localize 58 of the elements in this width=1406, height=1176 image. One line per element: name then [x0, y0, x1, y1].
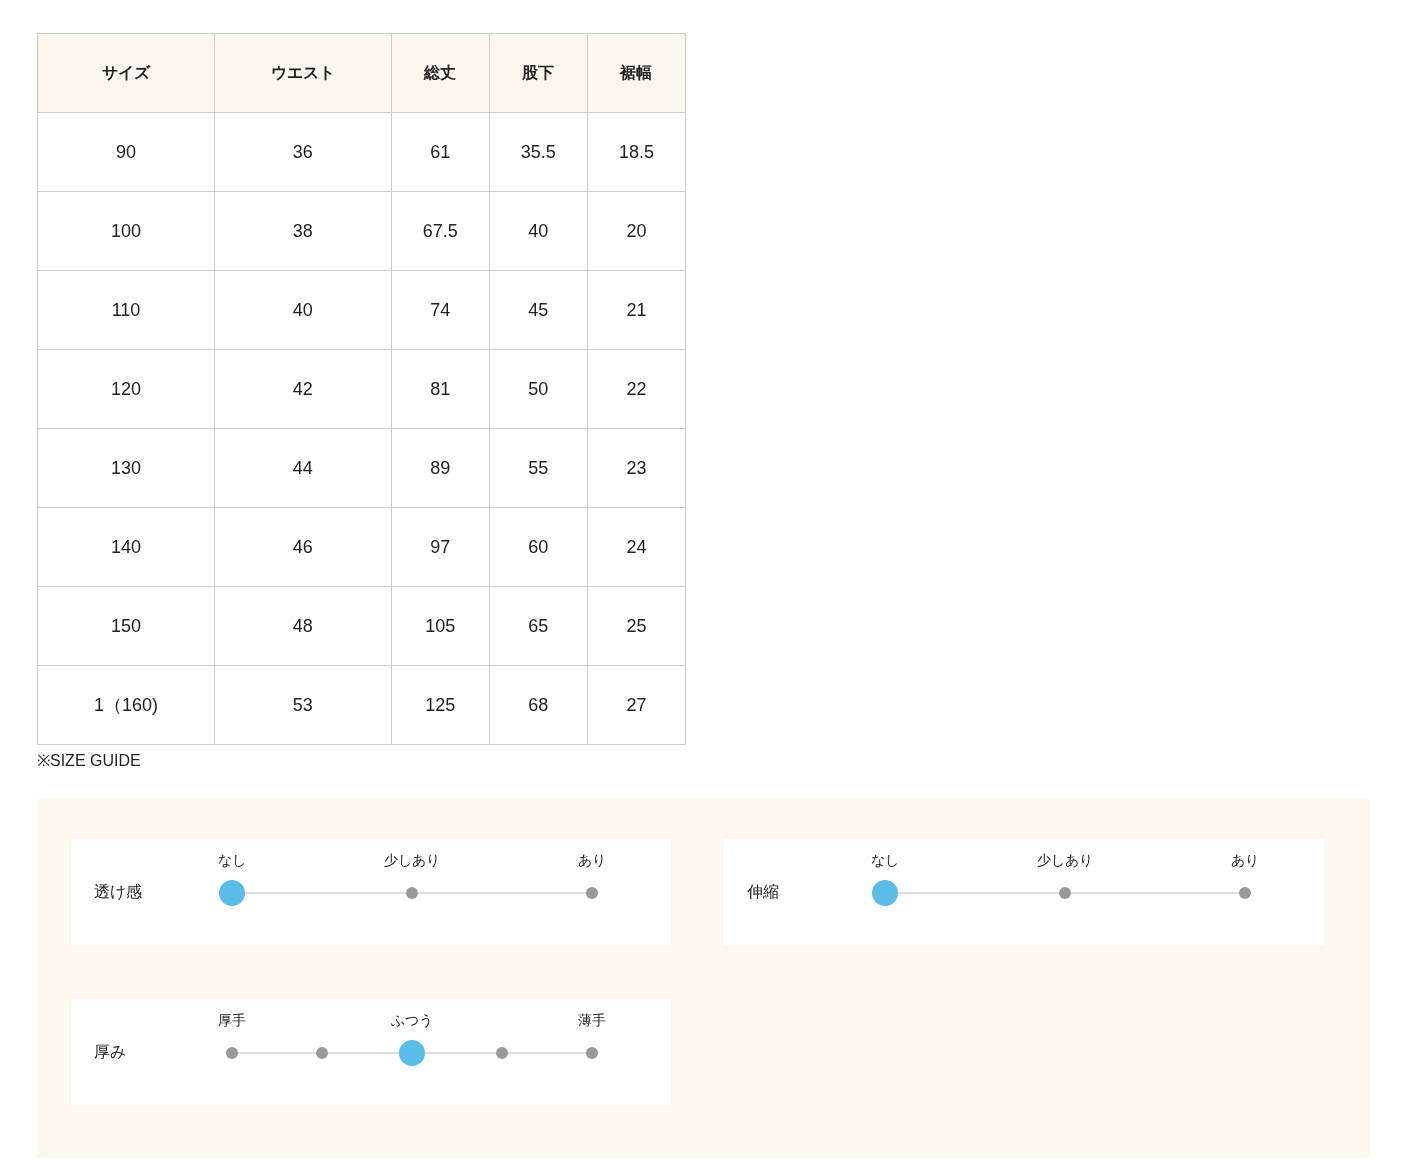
table-cell: 100 — [37, 191, 215, 271]
table-cell: 50 — [489, 349, 588, 429]
column-header: サイズ — [37, 33, 215, 113]
scale-label: 厚み — [94, 1042, 126, 1063]
table-cell: 46 — [214, 507, 392, 587]
tick-label: ふつう — [391, 1012, 433, 1030]
table-cell: 150 — [37, 586, 215, 666]
table-cell: 45 — [489, 270, 588, 350]
tick-label: 少しあり — [1037, 852, 1093, 870]
table-cell: 67.5 — [391, 191, 490, 271]
table-cell: 21 — [587, 270, 686, 350]
column-header: 裾幅 — [587, 33, 686, 113]
caption: ※SIZE GUIDE — [37, 751, 141, 771]
table-cell: 27 — [587, 665, 686, 745]
tick-label: 薄手 — [578, 1012, 606, 1030]
table-cell: 20 — [587, 191, 686, 271]
table-cell: 81 — [391, 349, 490, 429]
table-cell: 125 — [391, 665, 490, 745]
table-cell: 1（160) — [37, 665, 215, 745]
table-cell: 23 — [587, 428, 686, 508]
table-cell: 48 — [214, 586, 392, 666]
table-cell: 18.5 — [587, 112, 686, 192]
scale-label: 伸縮 — [747, 882, 779, 903]
table-cell: 140 — [37, 507, 215, 587]
table-cell: 89 — [391, 428, 490, 508]
table-cell: 35.5 — [489, 112, 588, 192]
table-cell: 38 — [214, 191, 392, 271]
table-cell: 61 — [391, 112, 490, 192]
table-cell: 55 — [489, 428, 588, 508]
table-cell: 97 — [391, 507, 490, 587]
table-cell: 53 — [214, 665, 392, 745]
tick-label: あり — [1231, 852, 1259, 870]
column-header: ウエスト — [214, 33, 392, 113]
scale-label: 透け感 — [94, 882, 142, 903]
table-cell: 105 — [391, 586, 490, 666]
table-cell: 65 — [489, 586, 588, 666]
table-cell: 44 — [214, 428, 392, 508]
column-header: 総丈 — [391, 33, 490, 113]
table-cell: 74 — [391, 270, 490, 350]
table-cell: 130 — [37, 428, 215, 508]
table-cell: 40 — [489, 191, 588, 271]
table-cell: 68 — [489, 665, 588, 745]
tick-label: なし — [871, 852, 899, 870]
tick-label: 少しあり — [384, 852, 440, 870]
tick-label: あり — [578, 852, 606, 870]
table-cell: 36 — [214, 112, 392, 192]
table-cell: 110 — [37, 270, 215, 350]
tick-label: なし — [218, 852, 246, 870]
table-cell: 25 — [587, 586, 686, 666]
table-cell: 120 — [37, 349, 215, 429]
table-cell: 42 — [214, 349, 392, 429]
tick-label: 厚手 — [218, 1012, 246, 1030]
table-cell: 60 — [489, 507, 588, 587]
table-cell: 22 — [587, 349, 686, 429]
column-header: 股下 — [489, 33, 588, 113]
table-cell: 40 — [214, 270, 392, 350]
table-cell: 90 — [37, 112, 215, 192]
table-cell: 24 — [587, 507, 686, 587]
